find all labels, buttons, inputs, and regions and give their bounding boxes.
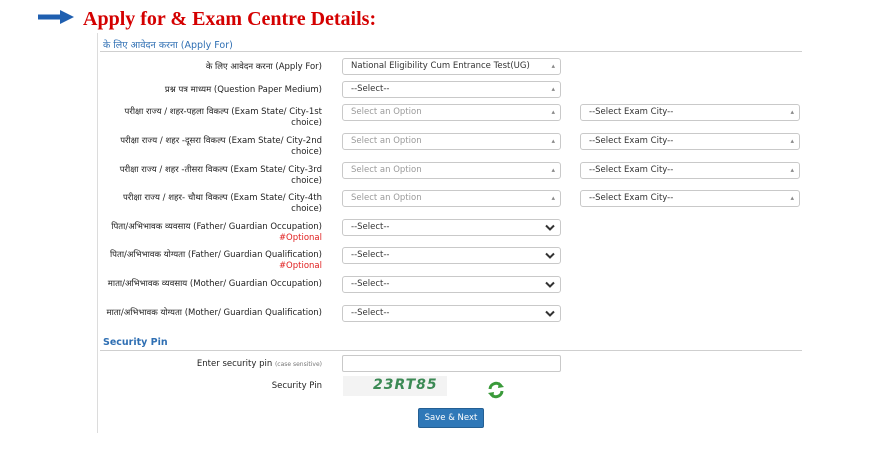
apply-for-select[interactable]: National Eligibility Cum Entrance Test(U… (342, 58, 561, 75)
exam-state-1-select[interactable]: Select an Option ▴▾ (342, 104, 561, 121)
father-occupation-label-text: पिता/अभिभावक व्यवसाय (Father/ Guardian O… (111, 222, 322, 232)
select-arrows-icon: ▴▾ (551, 62, 555, 70)
question-medium-select-value: --Select-- (351, 84, 390, 94)
select-arrows-icon: ▴▾ (790, 194, 794, 202)
arrow-right-icon (38, 10, 74, 24)
chevron-down-icon (545, 224, 555, 231)
form-left-border (97, 33, 98, 433)
exam-state-4-value: Select an Option (351, 193, 422, 203)
select-arrows-icon: ▴▾ (790, 166, 794, 174)
select-arrows-icon: ▴▾ (790, 137, 794, 145)
exam-city-1-select[interactable]: --Select Exam City-- ▴▾ (580, 104, 800, 121)
question-medium-select[interactable]: --Select-- ▴▾ (342, 81, 561, 98)
section-title-security-pin: Security Pin (103, 337, 168, 348)
refresh-captcha-icon[interactable] (486, 380, 506, 400)
chevron-down-icon (545, 281, 555, 288)
father-qualification-label-text: पिता/अभिभावक योग्यता (Father/ Guardian Q… (109, 250, 322, 260)
chevron-down-icon (545, 252, 555, 259)
optional-tag: #Optional (278, 261, 322, 271)
select-arrows-icon: ▴▾ (551, 166, 555, 174)
security-pin-input-label: Enter security pin (case sensitive) (100, 359, 322, 370)
mother-occupation-value: --Select-- (351, 279, 390, 289)
mother-occupation-label: माता/अभिभावक व्यवसाय (Mother/ Guardian O… (107, 279, 322, 289)
select-arrows-icon: ▴▾ (551, 85, 555, 93)
mother-qualification-label: माता/अभिभावक योग्यता (Mother/ Guardian Q… (106, 308, 323, 318)
exam-city-3-value: --Select Exam City-- (589, 165, 674, 175)
security-pin-input[interactable] (342, 355, 561, 372)
exam-city-1-value: --Select Exam City-- (589, 107, 674, 117)
father-occupation-value: --Select-- (351, 222, 390, 232)
father-occupation-label: पिता/अभिभावक व्यवसाय (Father/ Guardian O… (100, 222, 322, 244)
save-next-button[interactable]: Save & Next (418, 408, 484, 428)
mother-qualification-select[interactable]: --Select-- (342, 305, 561, 322)
exam-state-3-value: Select an Option (351, 165, 422, 175)
page-title: Apply for & Exam Centre Details: (83, 8, 377, 30)
mother-qualification-value: --Select-- (351, 308, 390, 318)
optional-tag: #Optional (278, 233, 322, 243)
question-medium-label: प्रश्न पत्र माध्यम (Question Paper Mediu… (164, 85, 322, 95)
mother-occupation-select[interactable]: --Select-- (342, 276, 561, 293)
select-arrows-icon: ▴▾ (790, 108, 794, 116)
select-arrows-icon: ▴▾ (551, 108, 555, 116)
exam-city-4-select[interactable]: --Select Exam City-- ▴▾ (580, 190, 800, 207)
select-arrows-icon: ▴▾ (551, 194, 555, 202)
select-arrows-icon: ▴▾ (551, 137, 555, 145)
case-sensitive-note: (case sensitive) (274, 361, 322, 368)
father-occupation-select[interactable]: --Select-- (342, 219, 561, 236)
section-title-apply-for: के लिए आवेदन करना (Apply For) (103, 40, 233, 51)
exam-city-4-value: --Select Exam City-- (589, 193, 674, 203)
section-divider (100, 51, 802, 52)
exam-city-2-select[interactable]: --Select Exam City-- ▴▾ (580, 133, 800, 150)
exam-state-4-select[interactable]: Select an Option ▴▾ (342, 190, 561, 207)
captcha-image: 23RT85 (343, 376, 447, 396)
captcha-text: 23RT85 (373, 377, 438, 393)
apply-for-select-value: National Eligibility Cum Entrance Test(U… (351, 61, 530, 71)
father-qualification-value: --Select-- (351, 250, 390, 260)
exam-city-2-value: --Select Exam City-- (589, 136, 674, 146)
chevron-down-icon (545, 310, 555, 317)
father-qualification-select[interactable]: --Select-- (342, 247, 561, 264)
exam-choice-3-label: परीक्षा राज्य / शहर -तीसरा विकल्प (Exam … (119, 165, 322, 186)
exam-state-1-value: Select an Option (351, 107, 422, 117)
exam-state-2-value: Select an Option (351, 136, 422, 146)
exam-state-3-select[interactable]: Select an Option ▴▾ (342, 162, 561, 179)
exam-city-3-select[interactable]: --Select Exam City-- ▴▾ (580, 162, 800, 179)
exam-state-2-select[interactable]: Select an Option ▴▾ (342, 133, 561, 150)
exam-choice-4-label: परीक्षा राज्य / शहर- चौथा विकल्प (Exam S… (122, 193, 322, 214)
security-pin-label: Security Pin (271, 381, 322, 391)
exam-choice-1-label: परीक्षा राज्य / शहर-पहला विकल्प (Exam St… (124, 107, 322, 128)
father-qualification-label: पिता/अभिभावक योग्यता (Father/ Guardian Q… (100, 250, 322, 272)
exam-choice-2-label: परीक्षा राज्य / शहर -दूसरा विकल्प (Exam … (120, 136, 322, 157)
enter-security-pin-text: Enter security pin (196, 359, 273, 369)
section-divider (100, 350, 802, 351)
apply-for-label: के लिए आवेदन करना (Apply For) (205, 62, 322, 72)
